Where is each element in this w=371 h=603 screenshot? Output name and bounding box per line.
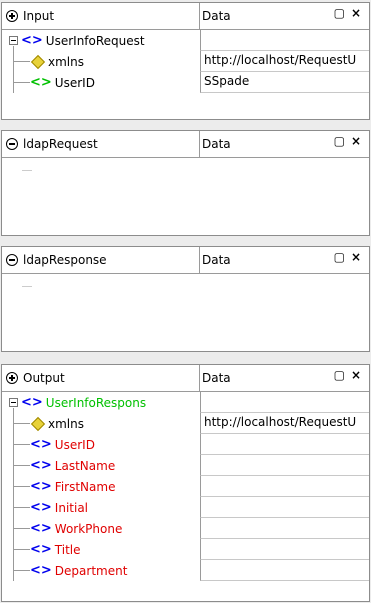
field-value[interactable]: http://localhost/RequestU [204,415,356,429]
element-icon: <> [21,395,43,410]
element-icon: <> [21,33,43,48]
data-column-header: Data [202,371,231,385]
field-name: Initial [54,500,89,515]
field-name: xmlns [48,54,84,69]
tree-row[interactable]: <> Title [2,539,369,560]
output-panel: Output Data ▢ × <> UserInfoRespons xmlns … [1,364,370,602]
expand-plus-icon[interactable] [6,10,18,22]
element-icon: <> [30,521,52,536]
element-icon: <> [30,458,52,473]
input-panel-header: Input Data ▢ × [2,3,369,30]
field-name: Department [54,563,128,578]
collapse-minus-icon[interactable] [6,254,18,266]
input-panel-title: Input [23,9,55,23]
attribute-diamond-icon [30,54,46,69]
ldap-response-panel: ldapResponse Data ▢ × [1,246,370,352]
expand-plus-icon[interactable] [6,372,18,384]
maximize-icon[interactable]: ▢ [334,6,345,20]
root-element-label: UserInfoRespons [45,395,147,410]
collapse-icon[interactable] [9,398,18,407]
field-value[interactable]: http://localhost/RequestU [204,53,356,67]
data-column-header: Data [202,137,231,151]
tree-row[interactable]: <> UserID [2,434,369,455]
close-icon[interactable]: × [351,6,361,20]
attribute-diamond-icon [30,416,46,431]
ldap-request-title: ldapRequest [23,137,98,151]
element-icon: <> [30,437,52,452]
field-name: UserID [54,75,95,90]
element-icon: <> [30,542,52,557]
maximize-icon[interactable]: ▢ [334,368,345,382]
maximize-icon[interactable]: ▢ [334,250,345,264]
close-icon[interactable]: × [351,134,361,148]
close-icon[interactable]: × [351,250,361,264]
close-icon[interactable]: × [351,368,361,382]
data-column-header: Data [202,253,231,267]
tree-row[interactable]: <> LastName [2,455,369,476]
output-panel-header: Output Data ▢ × [2,365,369,392]
tree-row[interactable]: <> UserInfoRequest [2,30,369,51]
tree-row[interactable]: xmlns http://localhost/RequestU [2,51,369,72]
ldap-response-title: ldapResponse [23,253,107,267]
field-name: Title [54,542,81,557]
field-name: xmlns [48,416,84,431]
element-icon: <> [30,500,52,515]
element-icon: <> [30,479,52,494]
tree-row[interactable]: <> WorkPhone [2,518,369,539]
field-name: UserID [54,437,95,452]
tree-row[interactable]: <> FirstName [2,476,369,497]
maximize-icon[interactable]: ▢ [334,134,345,148]
collapse-minus-icon[interactable] [6,138,18,150]
tree-row[interactable]: <> UserID SSpade [2,72,369,93]
tree-row[interactable]: xmlns http://localhost/RequestU [2,413,369,434]
ldap-request-panel: ldapRequest Data ▢ × [1,130,370,236]
field-value[interactable]: SSpade [204,74,249,88]
tree-row[interactable]: <> Initial [2,497,369,518]
collapse-icon[interactable] [9,36,18,45]
tree-row[interactable]: <> UserInfoRespons [2,392,369,413]
element-icon: <> [30,75,52,90]
input-panel: Input Data ▢ × <> UserInfoRequest xmlns h… [1,2,370,120]
element-icon: <> [30,563,52,578]
data-column-header: Data [202,9,231,23]
field-name: LastName [54,458,116,473]
ldap-response-header: ldapResponse Data ▢ × [2,247,369,274]
root-element-label: UserInfoRequest [45,33,145,48]
output-panel-title: Output [23,371,65,385]
field-name: WorkPhone [54,521,123,536]
tree-row[interactable]: <> Department [2,560,369,581]
field-name: FirstName [54,479,116,494]
ldap-request-header: ldapRequest Data ▢ × [2,131,369,158]
